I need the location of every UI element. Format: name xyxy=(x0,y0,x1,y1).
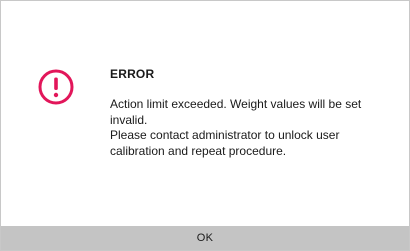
dialog-title: ERROR xyxy=(110,67,155,81)
ok-button[interactable]: OK xyxy=(1,226,409,250)
error-dialog: ERROR Action limit exceeded. Weight valu… xyxy=(0,0,410,251)
message-line: Action limit exceeded. Weight values wil… xyxy=(110,97,362,111)
error-exclamation-icon xyxy=(38,69,74,105)
message-line: invalid. xyxy=(110,112,148,127)
ok-button-label: OK xyxy=(196,232,214,244)
message-line: Please contact administrator to unlock u… xyxy=(110,128,340,142)
dialog-message: Action limit exceeded. Weight values wil… xyxy=(110,97,390,159)
message-line: calibration and repeat procedure. xyxy=(110,143,287,158)
